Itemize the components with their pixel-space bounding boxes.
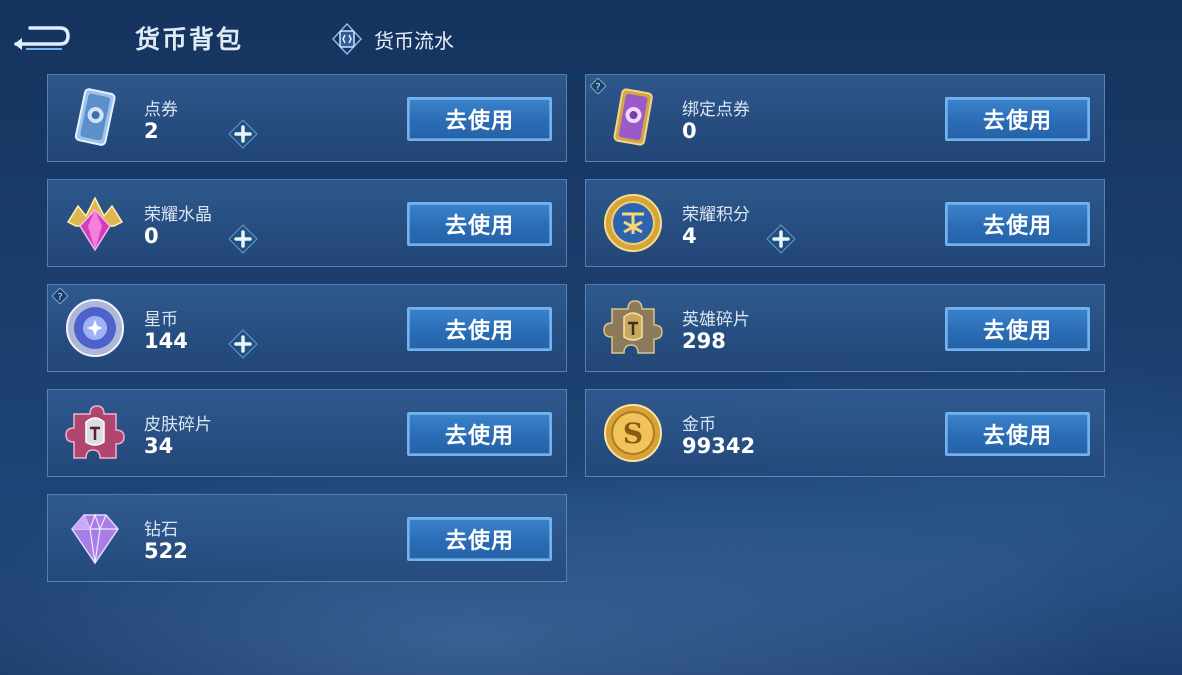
skin-fragment-icon	[65, 405, 125, 459]
currency-card-star-coin: ? 星币 144 去使用	[47, 284, 567, 372]
currency-card-bound-dianquan: ? 绑定点券 0 去使用	[585, 74, 1105, 162]
use-button[interactable]: 去使用	[407, 412, 552, 456]
currency-card-hero-fragment: 英雄碎片 298 去使用	[585, 284, 1105, 372]
use-button[interactable]: 去使用	[407, 97, 552, 141]
use-button[interactable]: 去使用	[945, 202, 1090, 246]
currency-name: 星币	[144, 310, 178, 330]
currency-amount: 0	[144, 224, 159, 248]
add-plus-icon[interactable]	[228, 224, 258, 254]
currency-amount: 0	[682, 119, 697, 143]
currency-name: 点券	[144, 100, 178, 120]
svg-text:S: S	[623, 417, 643, 450]
top-bar: 货币背包 货币流水	[0, 0, 1182, 75]
use-button[interactable]: 去使用	[407, 307, 552, 351]
currency-flow-label: 货币流水	[374, 28, 454, 53]
currency-card-glory-crystal: 荣耀水晶 0 去使用	[47, 179, 567, 267]
add-plus-icon[interactable]	[228, 329, 258, 359]
star-coin-icon	[66, 299, 124, 357]
currency-card-skin-fragment: 皮肤碎片 34 去使用	[47, 389, 567, 477]
gold-coin-icon: S	[604, 404, 662, 462]
back-arrow-icon[interactable]	[8, 18, 70, 54]
currency-name: 绑定点券	[682, 100, 750, 120]
ticket-purple-icon	[613, 88, 653, 146]
hero-fragment-icon	[603, 300, 663, 354]
currency-amount: 4	[682, 224, 697, 248]
currency-amount: 34	[144, 434, 174, 458]
currency-amount: 99342	[682, 434, 756, 458]
currency-amount: 522	[144, 539, 188, 563]
currency-flow-icon	[331, 22, 363, 56]
currency-card-gold-coin: S 金币 99342 去使用	[585, 389, 1105, 477]
currency-name: 钻石	[144, 520, 178, 540]
use-button[interactable]: 去使用	[945, 97, 1090, 141]
currency-card-glory-points: 荣耀积分 4 去使用	[585, 179, 1105, 267]
glory-crystal-icon	[66, 196, 124, 252]
currency-name: 荣耀积分	[682, 205, 750, 225]
use-button[interactable]: 去使用	[407, 517, 552, 561]
currency-amount: 144	[144, 329, 188, 353]
currency-card-diamond: 钻石 522 去使用	[47, 494, 567, 582]
svg-text:?: ?	[57, 292, 62, 303]
glory-points-icon	[604, 194, 662, 252]
use-button[interactable]: 去使用	[407, 202, 552, 246]
diamond-icon	[71, 513, 119, 565]
currency-amount: 2	[144, 119, 159, 143]
add-plus-icon[interactable]	[228, 119, 258, 149]
use-button[interactable]: 去使用	[945, 307, 1090, 351]
currency-name: 英雄碎片	[682, 310, 750, 330]
currency-name: 金币	[682, 415, 716, 435]
svg-text:?: ?	[595, 82, 600, 93]
currency-name: 荣耀水晶	[144, 205, 212, 225]
currency-name: 皮肤碎片	[144, 415, 212, 435]
currency-flow-button[interactable]: 货币流水	[330, 22, 454, 56]
currency-card-dianquan: 点券 2 去使用	[47, 74, 567, 162]
use-button[interactable]: 去使用	[945, 412, 1090, 456]
page-title: 货币背包	[135, 25, 244, 54]
add-plus-icon[interactable]	[766, 224, 796, 254]
ticket-blue-icon	[74, 88, 116, 146]
currency-amount: 298	[682, 329, 726, 353]
